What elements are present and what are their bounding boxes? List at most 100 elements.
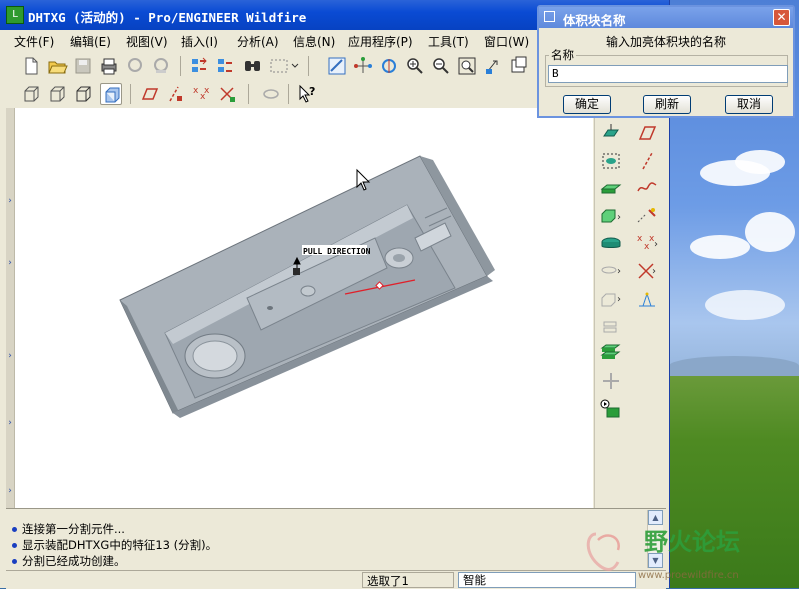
shading-icon[interactable] [100,83,122,105]
hole-center [393,254,405,262]
volume-name-input[interactable]: B [548,65,788,83]
svg-text:x: x [204,86,210,96]
close-icon[interactable]: ✕ [773,9,790,26]
menu-applications[interactable]: 应用程序(P) [348,33,413,50]
analysis-feature-icon[interactable] [635,288,659,310]
datum-point-tool-icon[interactable] [635,204,659,226]
print-icon[interactable] [98,55,120,77]
cloud [705,290,785,320]
wireframe-icon[interactable] [20,83,42,105]
context-help-icon[interactable]: ? [296,83,318,105]
menu-analysis[interactable]: 分析(A) [237,33,279,50]
navigator-rail[interactable]: › › › › › [6,108,15,508]
toolbar-separator [248,84,249,104]
datum-point-offset-icon[interactable]: x x x › [635,232,659,254]
pin-hole [267,306,273,310]
watermark-brand: 野火论坛 [644,528,740,556]
cloud [690,235,750,259]
search-tool-icon[interactable] [242,55,264,77]
menu-tools[interactable]: 工具(T) [428,33,469,50]
toolbar-separator [130,84,131,104]
refresh-button[interactable]: 刷新 [643,95,691,114]
datum-axis-tool-icon[interactable] [635,150,659,172]
runner-icon[interactable] [599,370,623,392]
volume-name-dialog: 体积块名称 ✕ 输入加亮体积块的名称 名称 B 确定 刷新 取消 [537,5,795,118]
dialog-title: 体积块名称 [563,13,626,28]
mold-opening-icon[interactable] [599,314,623,336]
graphics-window[interactable]: PULL DIRECTION [15,108,593,508]
status-bar: 选取了1 智能 [6,570,666,589]
refit-icon[interactable] [456,55,478,77]
svg-text:›: › [652,266,656,277]
toolbar-separator [308,56,309,76]
svg-text:›: › [617,294,621,305]
mold-check-icon[interactable] [599,398,623,420]
datum-axes-icon[interactable] [164,83,186,105]
app-icon: L [6,6,24,24]
mold-volume-icon[interactable] [599,122,623,144]
mail-icon[interactable] [124,55,146,77]
sketched-curve-icon[interactable] [635,176,659,198]
pull-direction-label: PULL DIRECTION [303,247,371,256]
dialog-prompt: 输入加亮体积块的名称 [605,35,726,49]
regenerate-icon[interactable] [188,55,210,77]
message-area: 连接第一分割元件... 显示装配DHTXG中的特征13 (分割)。 分割已经成功… [6,508,666,571]
window-icon [544,11,555,22]
menu-edit[interactable]: 编辑(E) [70,33,111,50]
refpart-layout-icon[interactable] [599,150,623,172]
dialog-title-bar[interactable]: 体积块名称 ✕ [539,7,793,28]
menu-view[interactable]: 视图(V) [126,33,168,50]
no-hidden-icon[interactable] [72,83,94,105]
svg-text:›: › [617,266,621,277]
expand-navigator-icon[interactable]: › [6,351,14,361]
menu-info[interactable]: 信息(N) [293,33,335,50]
cloud [745,212,795,252]
cloud [735,150,785,174]
datum-points-icon[interactable]: xxx [190,83,212,105]
cavity-layout-icon[interactable] [599,342,623,364]
message-line: 显示装配DHTXG中的特征13 (分割)。 [12,537,217,553]
volume-split-icon[interactable]: › [599,260,623,282]
ok-button[interactable]: 确定 [563,95,611,114]
mold-component-icon[interactable]: › [599,288,623,310]
annotation-display-icon[interactable] [260,83,282,105]
coordinate-system-tool-icon[interactable]: › [635,260,659,282]
workpiece-icon[interactable] [599,176,623,198]
menu-file[interactable]: 文件(F) [14,33,54,50]
distant-hills [669,356,799,376]
regen-manager-icon[interactable] [214,55,236,77]
hidden-line-icon[interactable] [46,83,68,105]
svg-text:x: x [637,234,643,244]
selection-box-dropdown[interactable] [268,55,302,77]
boss-face [192,340,238,372]
expand-navigator-icon[interactable]: › [6,418,14,428]
parting-surface-icon[interactable] [599,232,623,254]
reorient-icon[interactable] [482,55,504,77]
sketch-orient-icon[interactable] [326,55,348,77]
menu-insert[interactable]: 插入(I) [181,33,218,50]
name-group-label: 名称 [549,47,576,63]
expand-navigator-icon[interactable]: › [6,258,14,268]
zoom-in-icon[interactable] [404,55,426,77]
mail-recipient-icon[interactable] [150,55,172,77]
expand-navigator-icon[interactable]: › [6,196,14,206]
datum-planes-icon[interactable] [138,83,160,105]
datum-plane-tool-icon[interactable] [635,122,659,144]
expand-navigator-icon[interactable]: › [6,486,14,496]
open-folder-icon[interactable] [46,55,68,77]
message-text: 分割已经成功创建。 [22,554,126,568]
menu-window[interactable]: 窗口(W) [484,33,529,50]
cancel-button[interactable]: 取消 [725,95,773,114]
shrinkage-icon[interactable]: › [599,204,623,226]
bullet-icon [12,543,17,548]
save-icon[interactable] [72,55,94,77]
coordinate-systems-icon[interactable] [216,83,238,105]
saved-views-icon[interactable] [508,55,530,77]
message-line: 分割已经成功创建。 [12,553,126,569]
toolbar-separator [180,56,181,76]
model-view: PULL DIRECTION [119,155,495,418]
zoom-out-icon[interactable] [430,55,452,77]
new-file-icon[interactable] [20,55,42,77]
spin-center-icon[interactable] [352,55,374,77]
orient-mode-icon[interactable] [378,55,400,77]
